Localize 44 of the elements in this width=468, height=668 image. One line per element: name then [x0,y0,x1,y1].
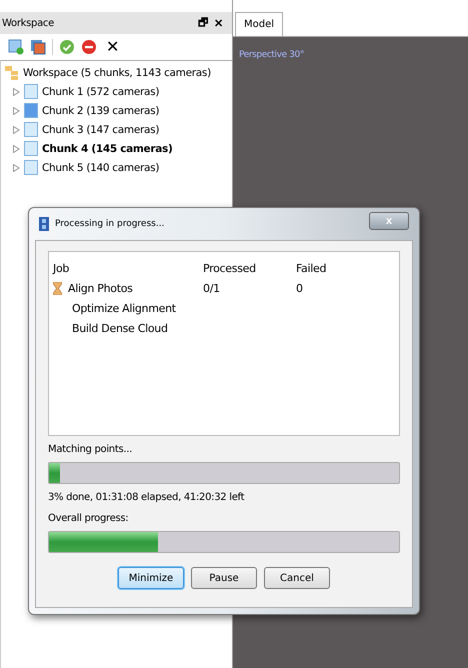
overall-label: Overall progress: [48,513,130,524]
check-icon[interactable] [59,39,75,55]
tree-item[interactable]: Workspace (5 chunks, 1143 cameras) [23,66,211,78]
chunk-icon [24,122,38,137]
add-chunk-icon[interactable] [8,39,24,55]
tab[interactable]: Model [235,12,284,36]
expand-arrow-icon[interactable] [13,126,20,134]
remove-icon[interactable] [81,39,97,55]
tree-item[interactable]: Chunk 3 (147 cameras) [42,124,160,136]
tree-item[interactable]: Chunk 2 (139 cameras) [42,104,160,116]
dialog-button[interactable]: Minimize [118,567,184,589]
float-button[interactable]: 🗗 [195,14,211,32]
expand-arrow-icon[interactable] [13,106,20,114]
chunk-icon [24,160,38,175]
stage-status: 3% done, 01:31:08 elapsed, 41:20:32 left [48,492,246,503]
close-button[interactable]: ✕ [211,16,226,30]
column-header: Failed [296,262,328,274]
delete-button[interactable]: ✕ [103,37,122,57]
job-name: Optimize Alignment [72,302,176,314]
column-header: Job [53,262,70,274]
hourglass-icon [53,282,62,294]
dialog-button[interactable]: Pause [191,567,257,589]
job-name: Align Photos [68,282,133,294]
chunk-icon [24,84,38,99]
workspace-icon [5,66,19,80]
processed-count: 0/1 [203,282,221,294]
failed-count: 0 [296,282,304,294]
stage-label: Matching points... [48,444,134,455]
chunk-icon [24,141,38,156]
tree-item[interactable]: Chunk 4 (145 cameras) [42,142,172,154]
chunk-icon [24,103,38,118]
view-label: Perspective 30° [239,50,304,60]
panel-title: Workspace [2,18,55,28]
column-header: Processed [203,262,257,274]
dialog-title: Processing in progress... [55,219,166,229]
tree-item[interactable]: Chunk 5 (140 cameras) [42,162,160,174]
expand-arrow-icon[interactable] [13,164,20,172]
job-name: Build Dense Cloud [72,322,168,334]
tree-item[interactable]: Chunk 1 (572 cameras) [42,86,160,98]
app-icon [39,217,49,231]
dialog-button[interactable]: Cancel [264,567,330,589]
expand-arrow-icon[interactable] [13,88,20,96]
expand-arrow-icon[interactable] [13,144,20,152]
add-photos-icon[interactable] [30,39,46,55]
